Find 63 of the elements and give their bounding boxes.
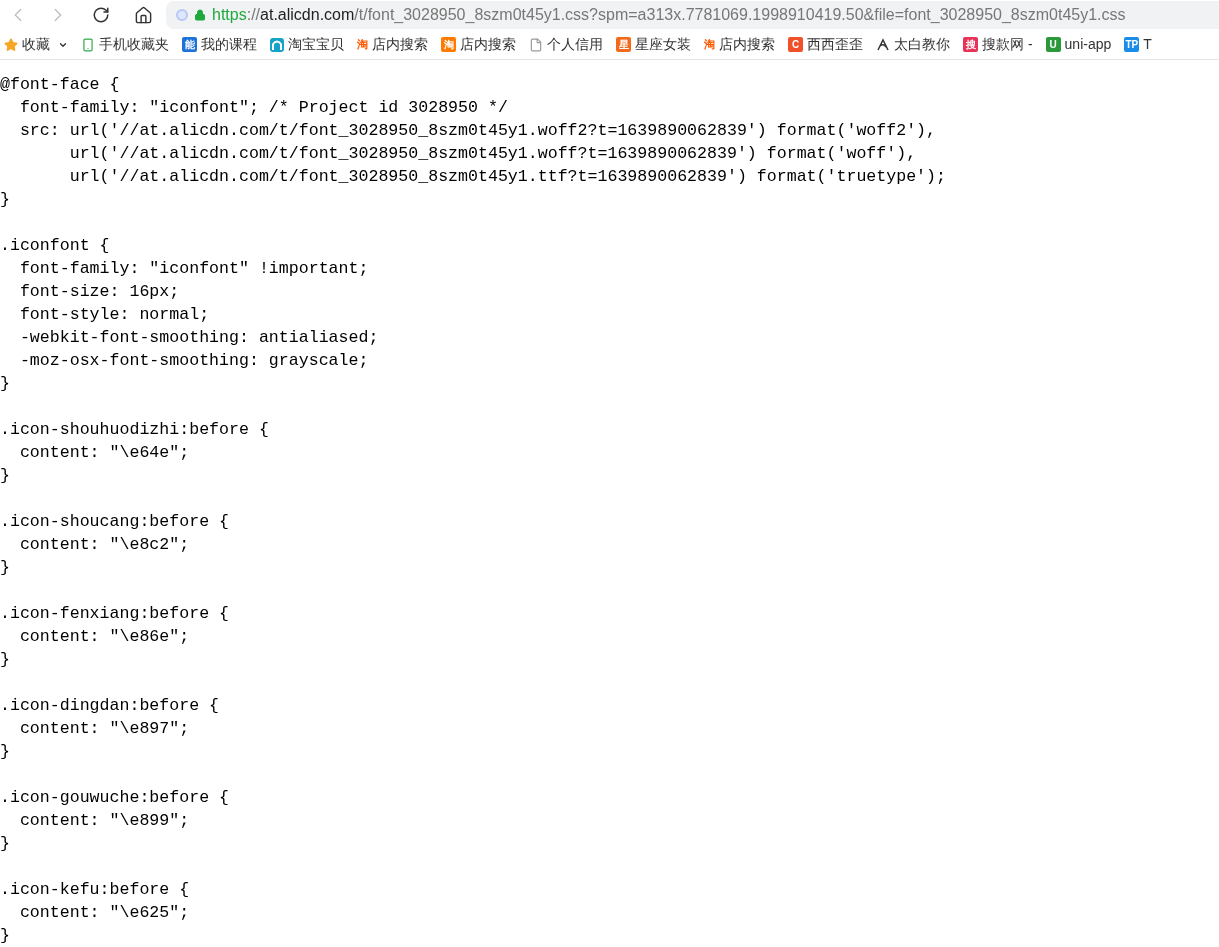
code-line: } <box>0 189 10 211</box>
reload-icon <box>92 6 110 25</box>
code-line: src: url('//at.alicdn.com/t/font_3028950_8szm0t45y1.woff2?t=1639890062839') format('woff2'), <box>18 120 937 142</box>
code-line: } <box>0 373 10 395</box>
code-line: font-family: "iconfont" !important; <box>18 258 369 280</box>
bookmark-item[interactable]: U uni-app <box>1041 34 1116 56</box>
logo-icon: C <box>788 37 803 53</box>
code-line: .iconfont { <box>0 235 110 257</box>
bookmark-item[interactable]: 手机收藏夹 <box>77 34 173 56</box>
address-bar[interactable]: https://at.alicdn.com/t/font_3028950_8szm0t45y1.css?spm=a313x.7781069.1998910419.50&file=font_3028950_8szm0t45y1.css <box>166 1 1219 30</box>
home-icon <box>133 5 153 25</box>
code-line: } <box>0 833 10 855</box>
code-line: -webkit-font-smoothing: antialiased; <box>18 327 379 349</box>
code-line: } <box>0 465 10 487</box>
logo-icon: 淘 <box>357 39 368 51</box>
code-line: font-family: "iconfont"; /* Project id 3028950 */ <box>18 97 508 119</box>
logo-icon: 淘 <box>704 39 715 51</box>
bookmark-item[interactable]: 淘 店内搜索 <box>437 34 520 56</box>
lock-icon <box>194 9 206 22</box>
code-line: .icon-shoucang:before { <box>0 511 230 533</box>
code-line: content: "\e899"; <box>18 810 190 832</box>
code-line: } <box>0 925 10 947</box>
code-line: content: "\e86e"; <box>18 626 190 648</box>
bookmark-item[interactable]: 太白教你 <box>872 34 954 56</box>
code-line: } <box>0 741 10 763</box>
code-line: font-size: 16px; <box>18 281 180 303</box>
code-line: url('//at.alicdn.com/t/font_3028950_8szm0t45y1.woff?t=1639890062839') format('woff'), <box>68 143 917 165</box>
bookmark-item[interactable]: 收藏 <box>0 34 72 56</box>
code-line: .icon-dingdan:before { <box>0 695 220 717</box>
code-line: .icon-fenxiang:before { <box>0 603 230 625</box>
logo-icon: 能 <box>182 37 197 53</box>
code-line: .icon-shouhuodizhi:before { <box>0 419 269 441</box>
bookmark-item[interactable]: TP T <box>1120 34 1156 56</box>
logo-icon: 搜 <box>963 37 978 53</box>
phone-icon <box>81 37 95 52</box>
code-line: font-style: normal; <box>18 304 210 326</box>
bookmark-item[interactable]: 星 星座女装 <box>612 34 695 56</box>
url-text: https://at.alicdn.com/t/font_3028950_8szm0t45y1.css?spm=a313x.7781069.1998910419.50&file=font_3028950_8szm0t45y1.css <box>212 5 1126 26</box>
bookmark-item[interactable]: 淘 店内搜索 <box>700 34 779 56</box>
code-line: -moz-osx-font-smoothing: grayscale; <box>18 350 369 372</box>
bookmark-item[interactable]: 搜 搜款网 - <box>959 34 1037 56</box>
star-icon <box>4 37 18 52</box>
logo-icon: TP <box>1124 37 1140 53</box>
code-line: content: "\e625"; <box>18 902 190 924</box>
code-line: } <box>0 557 10 579</box>
code-line: .icon-gouwuche:before { <box>0 787 230 809</box>
code-line: content: "\e8c2"; <box>18 534 190 556</box>
bookmark-item[interactable]: 淘 店内搜索 <box>353 34 432 56</box>
code-line: @font-face { <box>0 74 120 96</box>
logo-icon: U <box>1045 37 1061 53</box>
bookmark-item[interactable]: C 西西歪歪 <box>784 34 867 56</box>
code-line: } <box>0 649 10 671</box>
logo-icon: 星 <box>616 37 631 53</box>
code-line: content: "\e897"; <box>18 718 190 740</box>
bookmark-item[interactable]: 个人信用 <box>525 34 607 56</box>
code-line: content: "\e64e"; <box>18 442 190 464</box>
page-icon <box>529 37 543 52</box>
bookmark-item[interactable]: 淘宝宝贝 <box>266 34 348 56</box>
logo-icon: 淘 <box>441 37 456 53</box>
bookmark-item[interactable]: 能 我的课程 <box>178 34 261 56</box>
code-line: url('//at.alicdn.com/t/font_3028950_8szm0t45y1.ttf?t=1639890062839') format('truetype'); <box>68 166 946 188</box>
site-icon <box>176 9 188 22</box>
code-line: .icon-kefu:before { <box>0 879 190 901</box>
